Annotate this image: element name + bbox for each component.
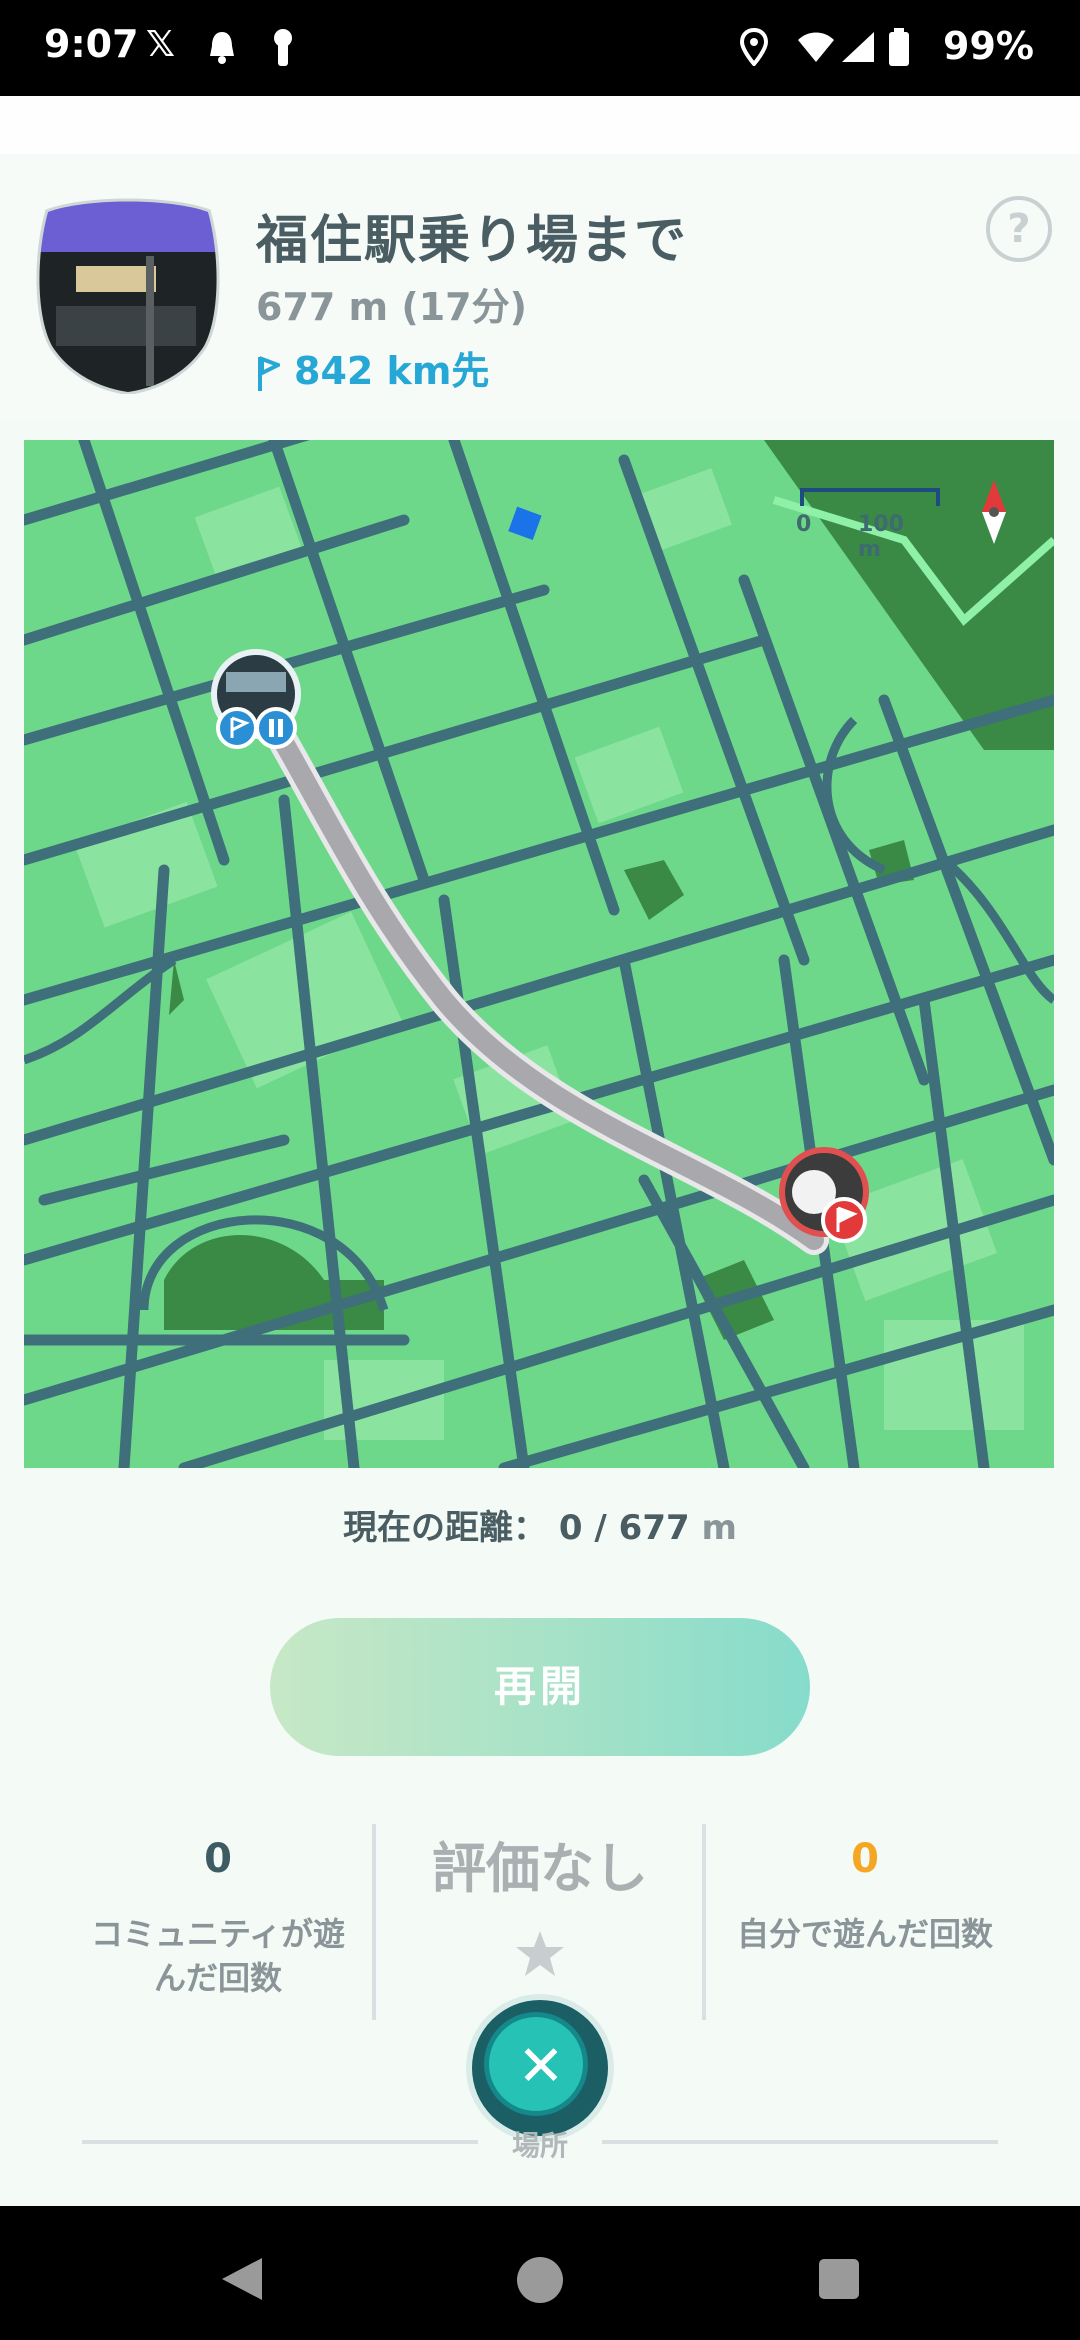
self-stat: 0 自分で遊んだ回数 (710, 1836, 1020, 1956)
signal-icon (842, 32, 874, 62)
star-icon (516, 1931, 564, 1976)
close-button[interactable]: ✕ (472, 2000, 608, 2136)
stat-divider (372, 1824, 376, 2020)
status-bar: 9:07 𝕏 99% (0, 0, 1080, 96)
flag-distance: 842 km先 (256, 340, 489, 395)
rating-label: 評価なし (432, 1837, 648, 1900)
location-icon (740, 28, 768, 66)
pause-icon (255, 707, 297, 749)
resume-button[interactable]: 再開 (270, 1618, 810, 1756)
route-map[interactable] (24, 440, 1054, 1468)
route-title: 福住駅乗り場まで (256, 211, 689, 271)
help-button[interactable]: ? (986, 196, 1052, 262)
route-distance: 677 m (17分) (256, 285, 527, 329)
back-icon[interactable] (218, 2256, 264, 2302)
community-label-line2: んだ回数 (153, 1959, 282, 1997)
current-distance-unit: m (701, 1508, 737, 1548)
x-logo-icon: 𝕏 (146, 24, 176, 65)
flag-icon (258, 355, 280, 391)
status-time: 9:07 (44, 22, 139, 66)
bell-icon (210, 32, 234, 64)
wifi-icon (798, 32, 834, 62)
system-nav-bar (0, 2206, 1080, 2340)
place-label: 場所 (511, 2129, 568, 2162)
map-canvas (24, 440, 1054, 1468)
community-label-line1: コミュニティが遊 (90, 1915, 346, 1953)
start-marker[interactable] (211, 649, 301, 749)
current-distance: 現在の距離： 0 / 677 m (0, 1500, 1080, 1549)
self-label: 自分で遊んだ回数 (736, 1915, 993, 1953)
map-scale: 0 100 m (774, 470, 940, 562)
close-icon: ✕ (517, 2034, 565, 2099)
community-count: 0 (204, 1836, 232, 1882)
current-distance-label: 現在の距離： (343, 1508, 548, 1548)
close-button-inner: ✕ (484, 2012, 588, 2116)
top-strip (0, 96, 1080, 154)
home-icon[interactable] (516, 2256, 564, 2304)
current-distance-value: 0 / 677 (558, 1508, 690, 1548)
stat-divider (702, 1824, 706, 2020)
key-icon (274, 29, 292, 66)
community-stat: 0 コミュニティが遊 んだ回数 (60, 1836, 376, 2000)
flag-distance-value: 842 km先 (294, 349, 490, 393)
community-label: コミュニティが遊 んだ回数 (60, 1912, 376, 2000)
scale-end: 100 m (858, 512, 904, 562)
battery-percent: 99% (943, 24, 1034, 68)
rating-stat: 評価なし (380, 1824, 700, 1983)
self-count: 0 (851, 1836, 879, 1882)
scale-start: 0 (796, 512, 812, 537)
recents-icon[interactable] (818, 2258, 860, 2300)
route-badge-icon[interactable] (36, 196, 220, 394)
scale-bar (800, 488, 940, 506)
battery-icon (889, 28, 909, 66)
